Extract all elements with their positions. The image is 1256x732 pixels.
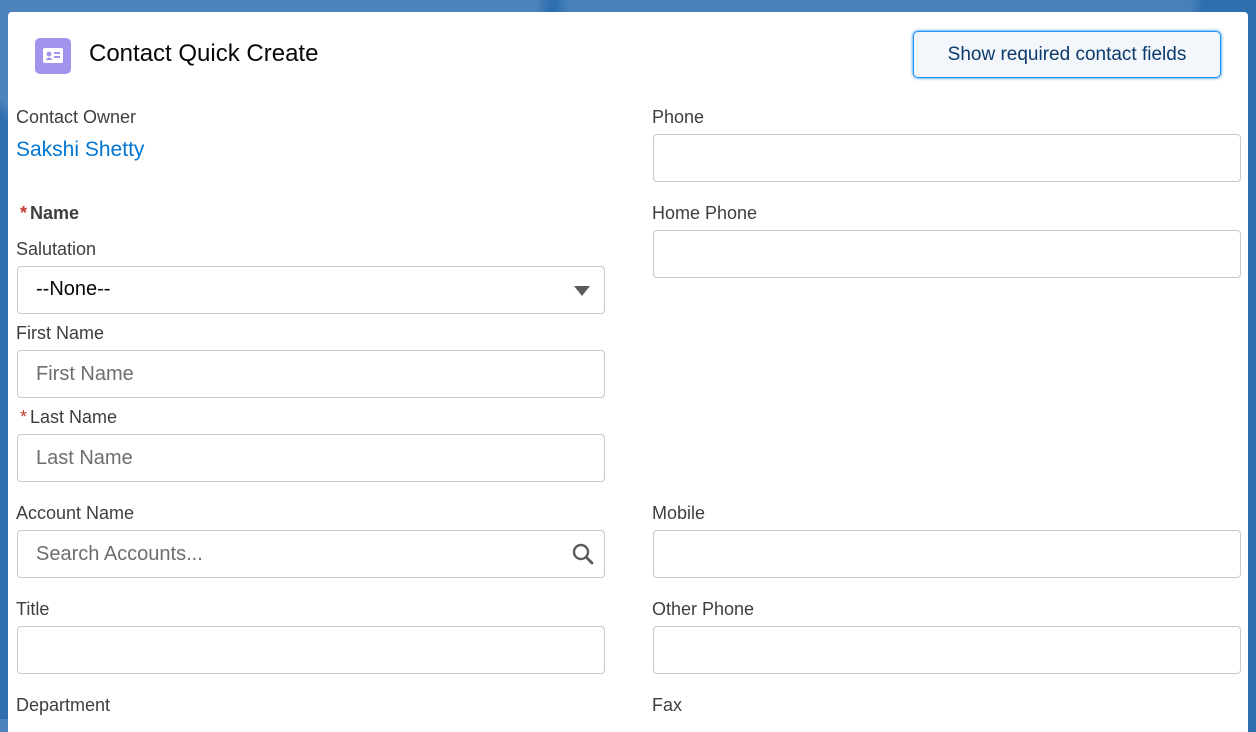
title-input[interactable] — [17, 626, 605, 674]
contact-quick-create-panel: Contact Quick Create Show required conta… — [8, 12, 1248, 732]
first-name-label: First Name — [16, 323, 105, 343]
account-search-wrapper — [17, 530, 605, 578]
phone-label: Phone — [652, 107, 705, 127]
mobile-label: Mobile — [652, 503, 706, 523]
mobile-input[interactable] — [653, 530, 1241, 578]
salutation-selected-value: --None-- — [36, 278, 111, 300]
account-search-input[interactable] — [17, 530, 605, 578]
name-label-text: Name — [30, 203, 80, 223]
department-label: Department — [16, 695, 111, 715]
contact-owner-link[interactable]: Sakshi Shetty — [16, 138, 144, 162]
required-indicator: * — [20, 407, 28, 427]
fax-label: Fax — [652, 695, 683, 715]
title-label: Title — [16, 599, 50, 619]
first-name-input[interactable] — [17, 350, 605, 398]
other-phone-input[interactable] — [653, 626, 1241, 674]
chevron-down-icon — [574, 286, 590, 296]
last-name-label-text: Last Name — [30, 407, 118, 427]
last-name-label: * Last Name — [20, 407, 117, 428]
last-name-input[interactable] — [17, 434, 605, 482]
salutation-select[interactable]: --None-- — [17, 266, 605, 314]
home-phone-label: Home Phone — [652, 203, 758, 223]
phone-input[interactable] — [653, 134, 1241, 182]
home-phone-input[interactable] — [653, 230, 1241, 278]
contact-owner-label: Contact Owner — [16, 107, 137, 127]
name-section-label: * Name — [20, 203, 79, 224]
required-indicator: * — [20, 203, 28, 223]
contact-card-icon — [35, 38, 71, 74]
account-name-label: Account Name — [16, 503, 135, 523]
search-icon[interactable] — [571, 542, 595, 566]
other-phone-label: Other Phone — [652, 599, 755, 619]
show-required-fields-button[interactable]: Show required contact fields — [913, 31, 1221, 78]
page-title: Contact Quick Create — [89, 40, 319, 67]
salutation-label: Salutation — [16, 239, 97, 259]
